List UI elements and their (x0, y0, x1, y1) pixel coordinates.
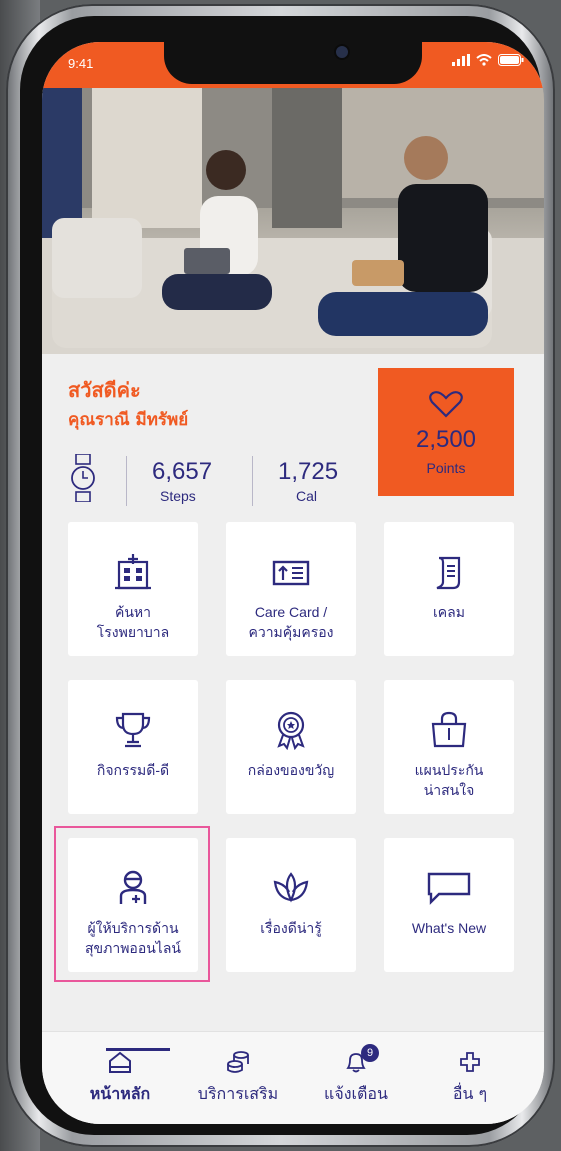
tab-notifications[interactable]: 9 แจ้งเตือน (296, 1044, 416, 1107)
points-value: 2,500 (415, 426, 477, 453)
hero-photo (42, 88, 544, 354)
watch-icon (71, 454, 95, 502)
signal-icon (452, 54, 470, 66)
document-icon (436, 556, 461, 590)
front-camera (334, 44, 350, 60)
tile-insurance-plans[interactable]: แผนประกัน น่าสนใจ (384, 680, 514, 814)
tile-label: แผนประกัน น่าสนใจ (414, 762, 484, 798)
tile-label: กล่องของขวัญ (247, 762, 335, 778)
user-name: คุณราณี มีทรัพย์ (68, 410, 189, 430)
tab-more[interactable]: อื่น ๆ (410, 1050, 530, 1107)
tile-label: ค้นหา โรงพยาบาล (96, 604, 170, 640)
tab-home[interactable]: หน้าหลัก (60, 1048, 180, 1107)
tile-whats-new[interactable]: What's New (384, 838, 514, 972)
steps-value: 6,657 (152, 458, 213, 485)
trophy-icon (115, 712, 151, 748)
bottom-tab-bar: หน้าหลัก บริการเสริม 9 แจ้งเตือน อื่น ๆ (42, 1031, 544, 1124)
shopping-bag-icon (431, 711, 467, 748)
cal-label: Cal (296, 488, 318, 504)
greeting-card: สวัสดีค่ะ คุณราณี มีทรัพย์ 6,657 Steps 1… (64, 374, 384, 522)
heart-icon (429, 391, 463, 418)
app-screen: 9:41 สวัสดีค่ะ คุณราณี มีทรัพย์ 6,657 St… (42, 42, 544, 1124)
steps-label: Steps (160, 488, 196, 504)
award-icon (277, 711, 305, 750)
tile-care-card[interactable]: Care Card / ความคุ้มครอง (226, 522, 356, 656)
tile-label: เคลม (433, 604, 465, 620)
home-icon (109, 1051, 131, 1073)
points-label: Points (426, 460, 466, 476)
tile-good-stories[interactable]: เรื่องดีน่ารู้ (226, 838, 356, 972)
greeting-text: สวัสดีค่ะ (68, 378, 141, 402)
tile-label: กิจกรรมดี-ดี (96, 762, 170, 778)
hospital-icon (115, 554, 151, 590)
coins-icon (227, 1051, 249, 1073)
highlight-box (54, 826, 210, 982)
tab-label: อื่น ๆ (452, 1084, 488, 1103)
cal-value: 1,725 (278, 458, 339, 485)
status-time: 9:41 (68, 56, 94, 71)
tab-services[interactable]: บริการเสริม (178, 1050, 298, 1107)
phone-frame: 9:41 สวัสดีค่ะ คุณราณี มีทรัพย์ 6,657 St… (6, 4, 555, 1147)
card-icon (272, 560, 310, 586)
tile-label: Care Card / ความคุ้มครอง (248, 604, 334, 640)
tab-label: หน้าหลัก (89, 1084, 151, 1103)
tile-label: What's New (411, 920, 487, 936)
notification-badge: 9 (361, 1044, 379, 1062)
tab-label: บริการเสริม (197, 1084, 279, 1103)
tile-gift-box[interactable]: กล่องของขวัญ (226, 680, 356, 814)
tile-claim[interactable]: เคลม (384, 522, 514, 656)
plus-icon (460, 1052, 480, 1072)
tab-label: แจ้งเตือน (324, 1084, 388, 1103)
tile-activities[interactable]: กิจกรรมดี-ดี (68, 680, 198, 814)
points-card[interactable]: 2,500 Points (378, 368, 514, 496)
battery-icon (498, 54, 524, 66)
tile-find-hospital[interactable]: ค้นหา โรงพยาบาล (68, 522, 198, 656)
tile-label: เรื่องดีน่ารู้ (260, 920, 322, 936)
chat-bubble-icon (427, 872, 471, 905)
camera-notch (164, 42, 422, 84)
wifi-icon (476, 54, 492, 66)
tab-active-indicator (106, 1048, 170, 1051)
lotus-icon (273, 872, 309, 903)
